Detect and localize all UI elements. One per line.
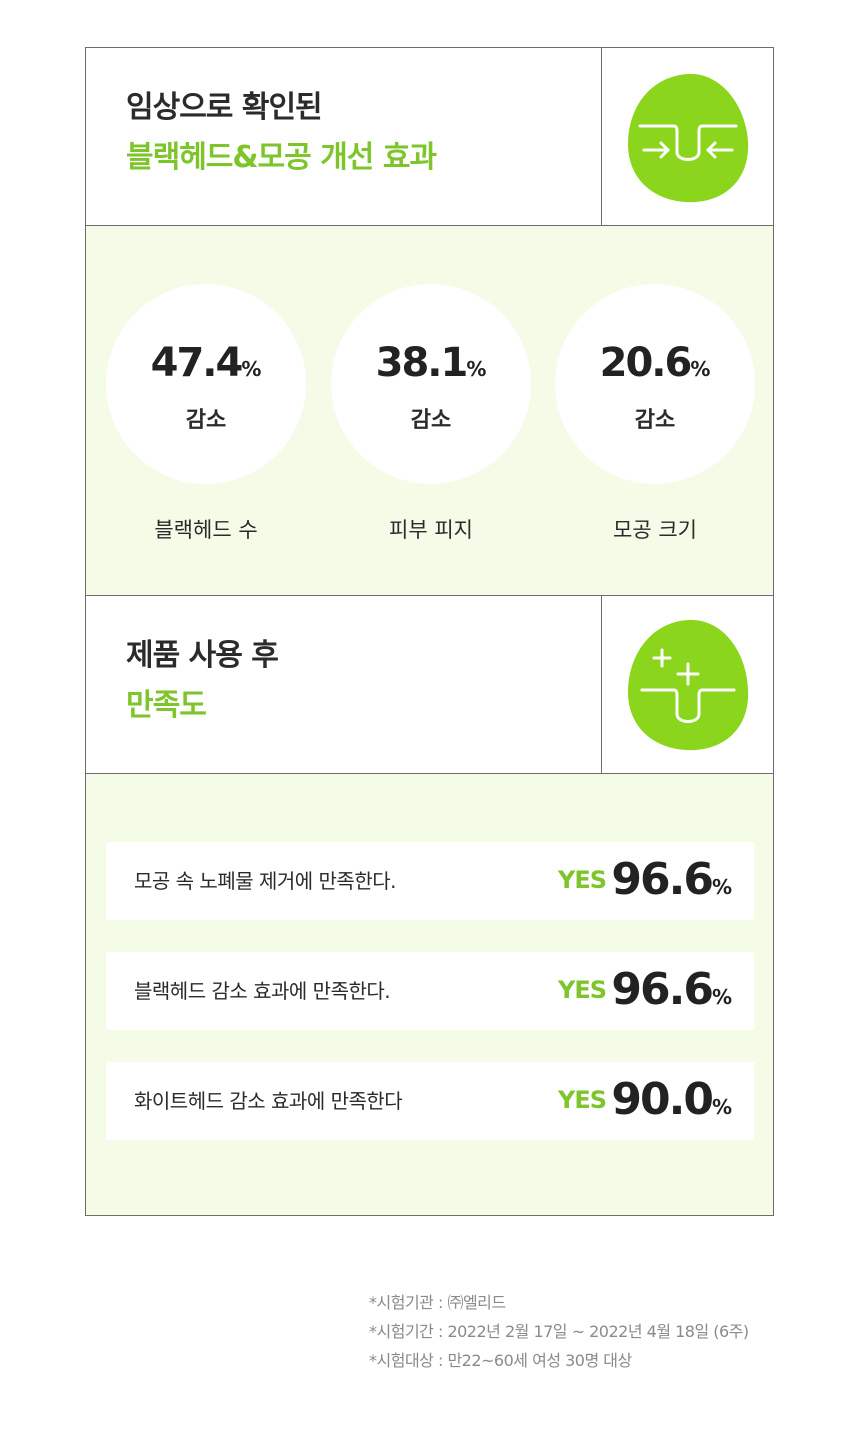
- stat-circle: 38.1% 감소: [331, 284, 531, 484]
- test-notes: *시험기관 : ㈜엘리드 *시험기간 : 2022년 2월 17일 ~ 2022…: [369, 1288, 749, 1375]
- clinical-header: 임상으로 확인된 블랙헤드&모공 개선 효과: [86, 48, 773, 226]
- survey-yes-label: YES: [557, 976, 607, 1004]
- stat-label: 모공 크기: [613, 518, 697, 542]
- stat-change: 감소: [410, 408, 452, 433]
- satisfaction-header: 제품 사용 후 만족도: [86, 596, 773, 774]
- stat-pore-size: 20.6% 감소 모공 크기: [555, 284, 755, 544]
- stat-change: 감소: [634, 408, 676, 433]
- stat-label: 블랙헤드 수: [154, 518, 258, 542]
- header-divider: [601, 596, 602, 773]
- survey-row: 모공 속 노폐물 제거에 만족한다. YES 96.6%: [106, 842, 754, 920]
- stat-value: 47.4%: [150, 340, 262, 386]
- survey-row: 블랙헤드 감소 효과에 만족한다. YES 96.6%: [106, 952, 754, 1030]
- stat-value: 20.6%: [599, 340, 711, 386]
- stats-panel: 47.4% 감소 블랙헤드 수 38.1% 감소 피부 피지 20.6% 감소 …: [86, 226, 773, 596]
- satisfaction-title-line2: 만족도: [126, 688, 207, 723]
- survey-yes-label: YES: [557, 1086, 607, 1114]
- note-institution: *시험기관 : ㈜엘리드: [369, 1293, 506, 1312]
- stat-value: 38.1%: [375, 340, 487, 386]
- note-subjects: *시험대상 : 만22~60세 여성 30명 대상: [369, 1351, 632, 1370]
- header-divider: [601, 48, 602, 225]
- stat-circle: 47.4% 감소: [106, 284, 306, 484]
- survey-percent: 90.0%: [611, 1074, 732, 1125]
- survey-row: 화이트헤드 감소 효과에 만족한다 YES 90.0%: [106, 1062, 754, 1140]
- survey-question: 모공 속 노폐물 제거에 만족한다.: [134, 869, 397, 893]
- clinical-title: 임상으로 확인된 블랙헤드&모공 개선 효과: [126, 86, 437, 180]
- survey-yes-label: YES: [557, 866, 607, 894]
- stat-change: 감소: [185, 408, 227, 433]
- satisfaction-title: 제품 사용 후 만족도: [126, 634, 279, 728]
- stat-sebum: 38.1% 감소 피부 피지: [331, 284, 531, 544]
- stat-blackheads: 47.4% 감소 블랙헤드 수: [106, 284, 306, 544]
- survey-panel: 모공 속 노폐물 제거에 만족한다. YES 96.6% 블랙헤드 감소 효과에…: [86, 774, 773, 1215]
- survey-question: 블랙헤드 감소 효과에 만족한다.: [134, 979, 391, 1003]
- clinical-results-frame: 임상으로 확인된 블랙헤드&모공 개선 효과 47.4% 감소 블랙헤드 수 3…: [85, 47, 774, 1216]
- survey-question: 화이트헤드 감소 효과에 만족한다: [134, 1089, 403, 1113]
- clinical-title-line1: 임상으로 확인된: [126, 90, 323, 125]
- stat-circle: 20.6% 감소: [555, 284, 755, 484]
- survey-percent: 96.6%: [611, 854, 732, 905]
- stat-label: 피부 피지: [389, 518, 473, 542]
- note-period: *시험기간 : 2022년 2월 17일 ~ 2022년 4월 18일 (6주): [369, 1322, 749, 1341]
- clinical-title-line2: 블랙헤드&모공 개선 효과: [126, 140, 437, 175]
- survey-percent: 96.6%: [611, 964, 732, 1015]
- pore-shrink-icon: [628, 73, 749, 203]
- satisfaction-title-line1: 제품 사용 후: [126, 638, 279, 673]
- pore-sparkle-icon: [628, 619, 749, 751]
